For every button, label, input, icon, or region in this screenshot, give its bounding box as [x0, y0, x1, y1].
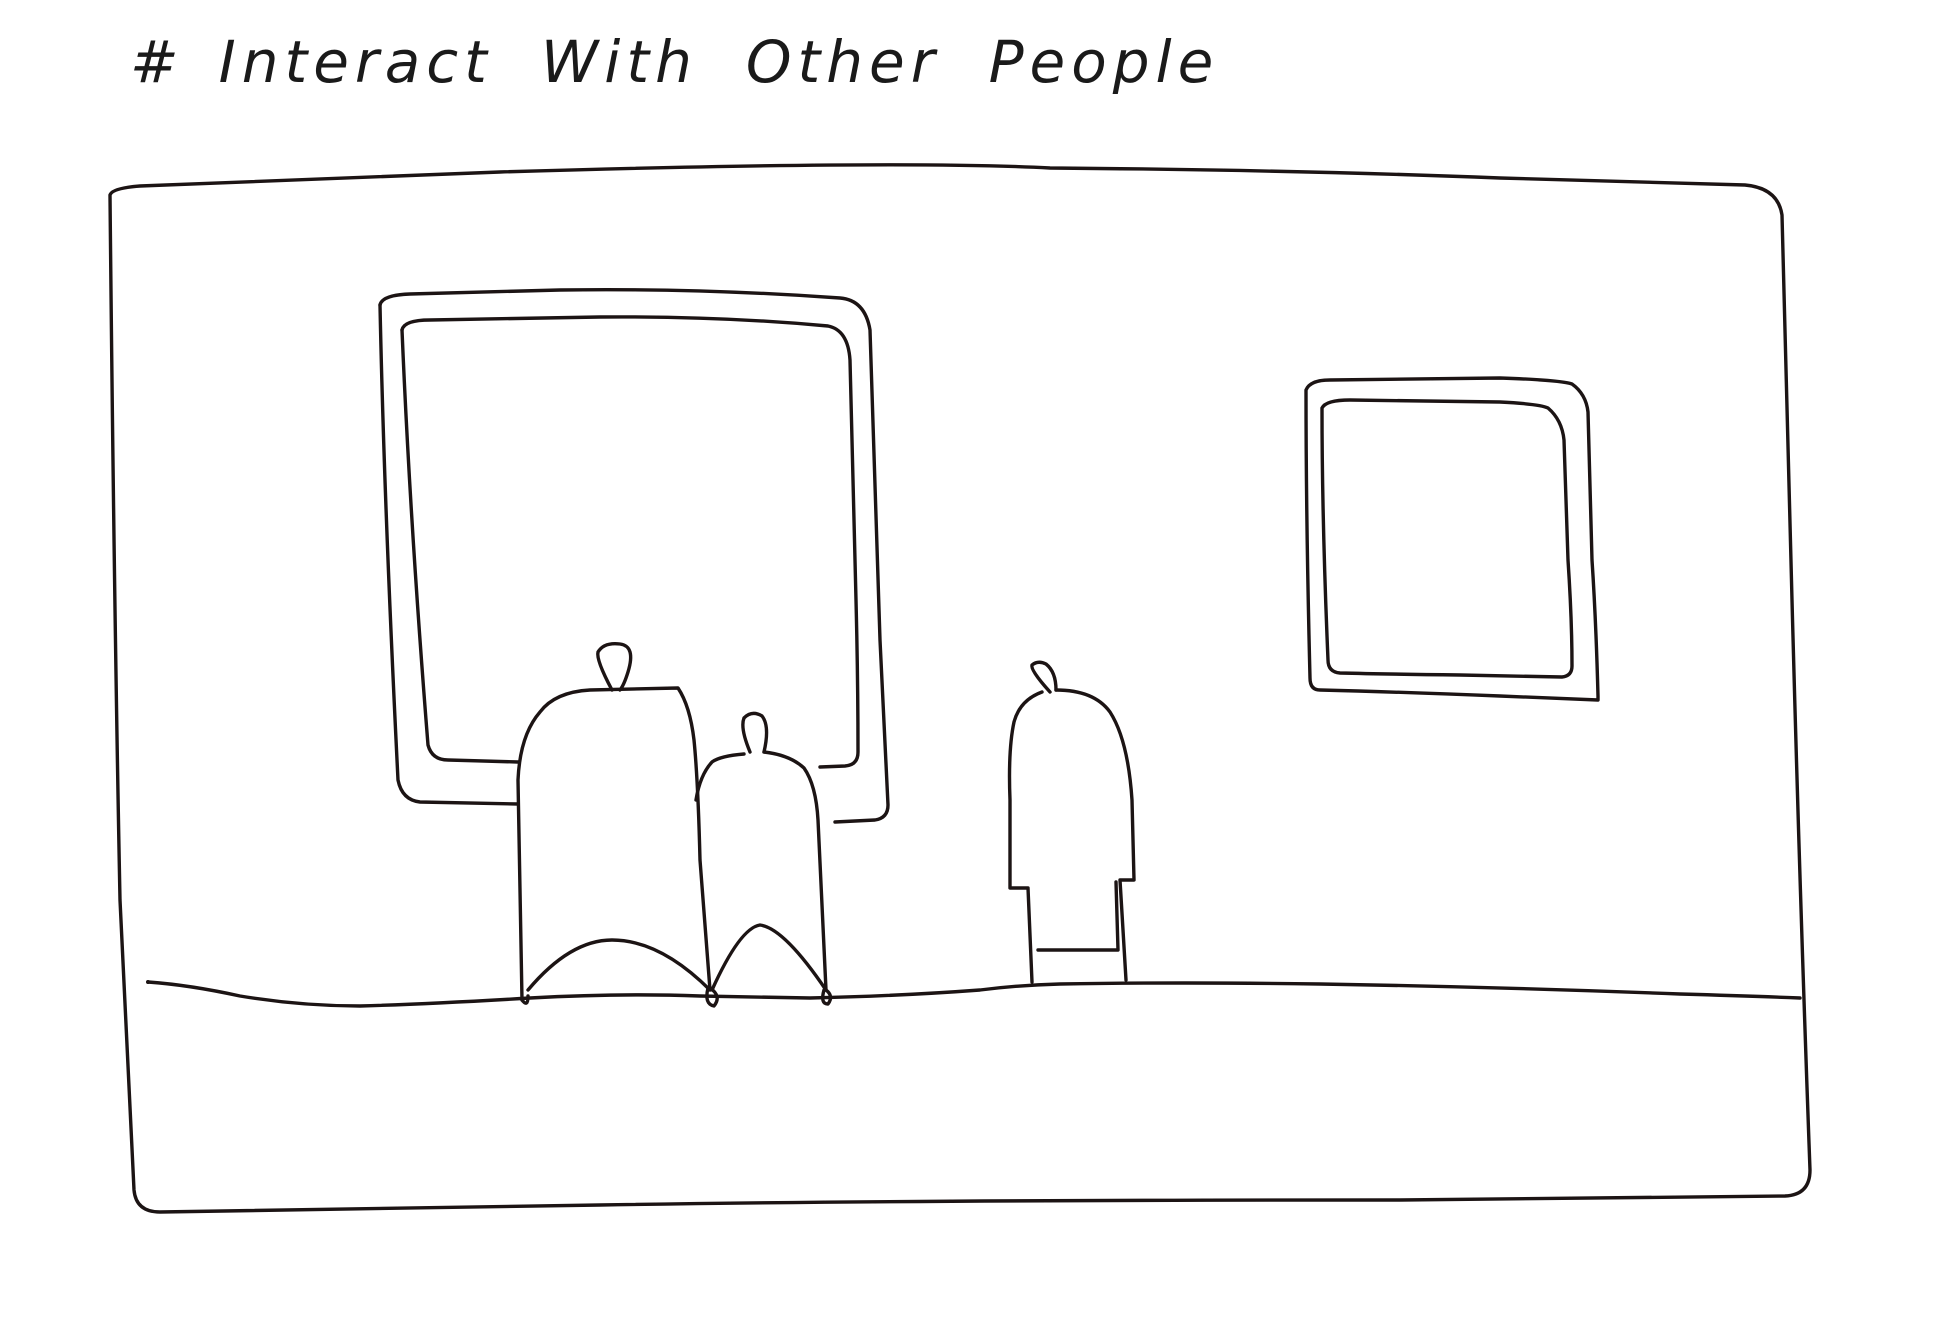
person-standing-right — [1007, 660, 1136, 984]
large-painting-inner-frame-left — [400, 328, 520, 764]
small-painting-outer-frame — [1304, 376, 1600, 702]
person-short-middle-body — [694, 750, 828, 992]
person-standing-right-head — [1030, 660, 1058, 694]
large-painting-outer-frame — [378, 287, 890, 824]
person-standing-right-body — [1007, 688, 1136, 984]
large-painting-inner-frame — [400, 315, 860, 769]
person-tall-left — [516, 641, 719, 1008]
person-short-middle-head — [741, 711, 769, 754]
pen-dot — [146, 980, 150, 984]
floor-line — [146, 980, 1802, 1008]
person-tall-left-body — [516, 686, 712, 1002]
person-short-middle — [694, 711, 833, 1006]
outer-frame — [108, 163, 1812, 1214]
person-tall-left-head — [596, 641, 633, 692]
small-painting-inner-frame — [1320, 398, 1574, 679]
large-painting-outer-frame-left — [378, 303, 520, 806]
gallery-scene-sketch — [108, 163, 1812, 1214]
